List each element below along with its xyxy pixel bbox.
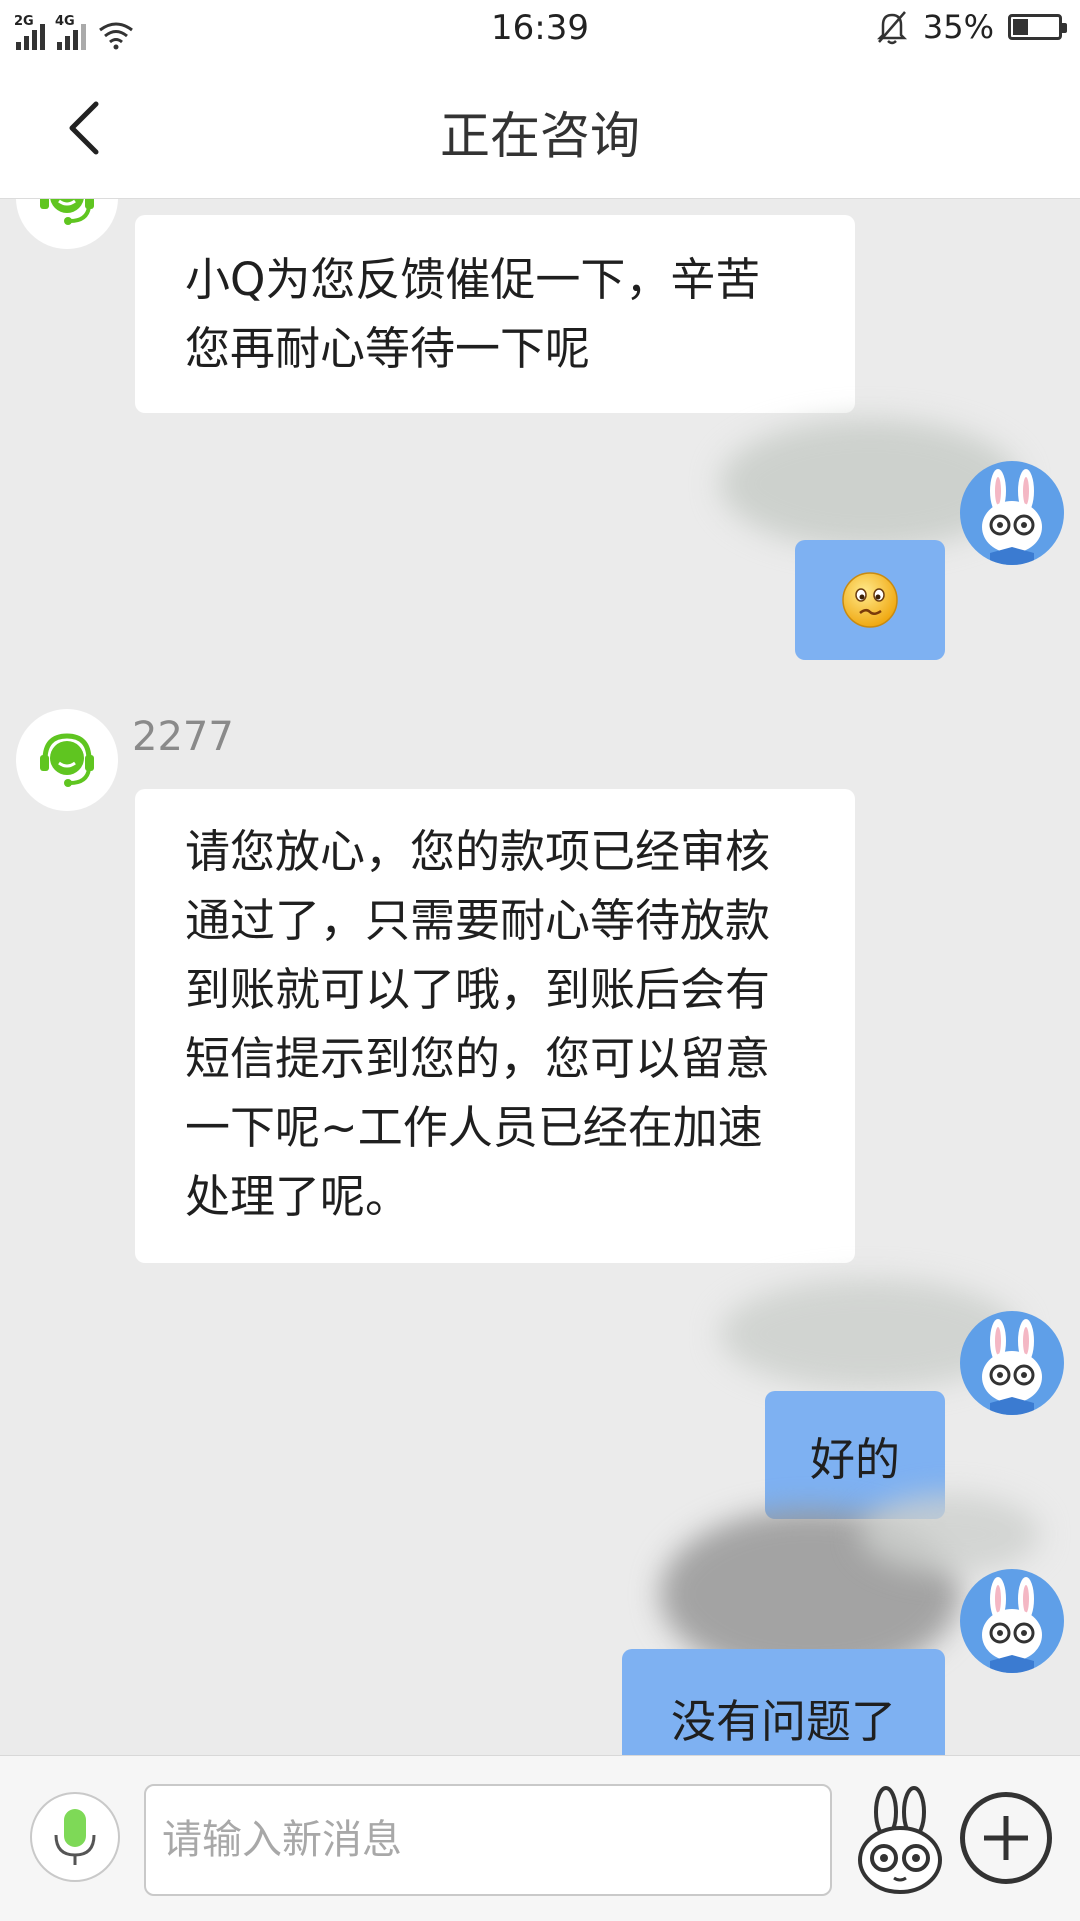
status-bar: 2G 4G 16:39 35%: [0, 0, 1080, 58]
bell-muted-icon: [876, 11, 907, 45]
user-avatar[interactable]: [960, 1569, 1064, 1673]
chat-message-list[interactable]: 小Q为您反馈催促一下，辛苦 您再耐心等待一下呢 2277 请您放心，您的款项已经…: [0, 199, 1080, 1755]
message-text-line: 请您放心，您的款项已经审核: [185, 825, 771, 878]
worried-face-emoji: [842, 572, 898, 628]
message-text-line: 到账就可以了哦，到账后会有: [185, 963, 771, 1016]
message-text: 好的: [809, 1432, 900, 1486]
message-text-input[interactable]: [144, 1784, 832, 1896]
message-text-line: 短信提示到您的，您可以留意: [185, 1032, 771, 1085]
title-bar: 正在咨询: [0, 58, 1080, 199]
battery-percent: 35%: [922, 8, 994, 46]
rabbit-avatar-icon: [982, 1319, 1042, 1415]
message-text-line: 您再耐心等待一下呢: [185, 322, 591, 375]
more-options-button[interactable]: [960, 1792, 1052, 1884]
status-right: 35%: [875, 8, 1067, 46]
user-message-bubble[interactable]: 没有问题了: [622, 1649, 945, 1755]
agent-message-bubble[interactable]: 请您放心，您的款项已经审核 通过了，只需要耐心等待放款 到账就可以了哦，到账后会…: [135, 789, 855, 1263]
user-avatar[interactable]: [960, 1311, 1064, 1415]
agent-message-bubble[interactable]: 小Q为您反馈催促一下，辛苦 您再耐心等待一下呢: [135, 215, 855, 413]
rabbit-avatar-icon: [982, 469, 1042, 565]
plus-icon: [984, 1816, 1028, 1860]
message-text-line: 一下呢~工作人员已经在加速: [185, 1101, 763, 1154]
message-input-bar: [0, 1755, 1080, 1921]
message-text-line: 小Q为您反馈催促一下，辛苦: [185, 253, 761, 306]
rabbit-sticker-icon[interactable]: [852, 1786, 948, 1896]
agent-id-label: 2277: [132, 714, 234, 760]
customer-service-icon: [40, 199, 94, 225]
redacted-smudge: [860, 1494, 1040, 1574]
microphone-icon: [54, 1809, 96, 1865]
message-text-line: 通过了，只需要耐心等待放款: [185, 894, 771, 947]
voice-input-button[interactable]: [30, 1792, 120, 1882]
customer-service-icon: [40, 733, 94, 787]
battery-icon: [1008, 14, 1067, 40]
user-avatar[interactable]: [960, 461, 1064, 565]
message-text: 没有问题了: [670, 1695, 896, 1748]
page-title: 正在咨询: [440, 107, 640, 165]
agent-avatar[interactable]: [16, 199, 118, 249]
agent-avatar[interactable]: [16, 709, 118, 811]
message-text-line: 处理了呢。: [185, 1170, 411, 1223]
rabbit-avatar-icon: [982, 1577, 1042, 1673]
user-message-bubble[interactable]: [795, 540, 945, 660]
